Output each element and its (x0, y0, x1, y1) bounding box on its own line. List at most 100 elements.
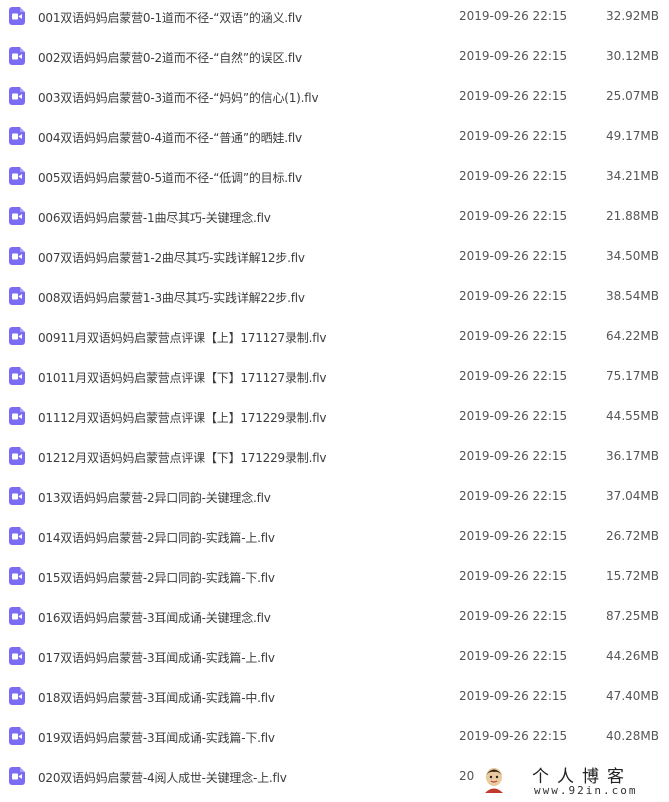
video-file-icon (9, 527, 25, 545)
file-row[interactable]: 013双语妈妈启蒙营-2异口同韵-关键理念.flv 2019-09-26 22:… (0, 480, 669, 520)
file-size: 64.22MB (606, 329, 659, 343)
file-name: 018双语妈妈启蒙营-3耳闻成诵-实践篇-中.flv (38, 691, 275, 705)
file-row[interactable]: 003双语妈妈启蒙营0-3道而不径-“妈妈”的信心(1).flv 2019-09… (0, 80, 669, 120)
file-name: 015双语妈妈启蒙营-2异口同韵-实践篇-下.flv (38, 571, 275, 585)
video-file-icon (9, 647, 25, 665)
file-name: 004双语妈妈启蒙营0-4道而不径-“普通”的晒娃.flv (38, 131, 302, 145)
file-name: 01212月双语妈妈启蒙营点评课【下】171229录制.flv (38, 451, 327, 465)
file-row[interactable]: 017双语妈妈启蒙营-3耳闻成诵-实践篇-上.flv 2019-09-26 22… (0, 640, 669, 680)
file-name: 006双语妈妈启蒙营-1曲尽其巧-关键理念.flv (38, 211, 271, 225)
file-name: 00911月双语妈妈启蒙营点评课【上】171127录制.flv (38, 331, 327, 345)
file-date: 2019-09-26 22:15 (459, 689, 568, 703)
video-file-icon (9, 727, 25, 745)
file-name: 020双语妈妈启蒙营-4阅人成世-关键理念-上.flv (38, 771, 287, 785)
video-file-icon (9, 407, 25, 425)
file-size: 30.12MB (606, 49, 659, 63)
file-date: 2019-09-26 22:15 (459, 529, 568, 543)
file-size: 25.07MB (606, 89, 659, 103)
file-date: 2019-09-26 22:15 (459, 449, 568, 463)
file-row[interactable]: 014双语妈妈启蒙营-2异口同韵-实践篇-上.flv 2019-09-26 22… (0, 520, 669, 560)
file-row[interactable]: 01112月双语妈妈启蒙营点评课【上】171229录制.flv 2019-09-… (0, 400, 669, 440)
file-name: 002双语妈妈启蒙营0-2道而不径-“自然”的误区.flv (38, 51, 302, 65)
file-date: 2019-09-26 22:15 (459, 209, 568, 223)
file-row[interactable]: 016双语妈妈启蒙营-3耳闻成诵-关键理念.flv 2019-09-26 22:… (0, 600, 669, 640)
file-size: 34.21MB (606, 169, 659, 183)
video-file-icon (9, 127, 25, 145)
file-name: 017双语妈妈启蒙营-3耳闻成诵-实践篇-上.flv (38, 651, 275, 665)
file-name: 005双语妈妈启蒙营0-5道而不径-“低调”的目标.flv (38, 171, 302, 185)
video-file-icon (9, 167, 25, 185)
file-name: 001双语妈妈启蒙营0-1道而不径-“双语”的涵义.flv (38, 11, 302, 25)
avatar-icon (485, 768, 503, 793)
file-size: 75.17MB (606, 369, 659, 383)
file-name: 019双语妈妈启蒙营-3耳闻成诵-实践篇-下.flv (38, 731, 275, 745)
file-date: 2019-09-26 22:15 (459, 329, 568, 343)
file-date: 20 (459, 769, 475, 783)
file-name: 01112月双语妈妈启蒙营点评课【上】171229录制.flv (38, 411, 327, 425)
file-name: 014双语妈妈启蒙营-2异口同韵-实践篇-上.flv (38, 531, 275, 545)
video-file-icon (9, 607, 25, 625)
file-date: 2019-09-26 22:15 (459, 609, 568, 623)
file-date: 2019-09-26 22:15 (459, 729, 568, 743)
file-row[interactable]: 008双语妈妈启蒙营1-3曲尽其巧-实践详解22步.flv 2019-09-26… (0, 280, 669, 320)
file-row[interactable]: 00911月双语妈妈启蒙营点评课【上】171127录制.flv 2019-09-… (0, 320, 669, 360)
file-size: 49.17MB (606, 129, 659, 143)
file-row[interactable]: 018双语妈妈启蒙营-3耳闻成诵-实践篇-中.flv 2019-09-26 22… (0, 680, 669, 720)
file-row[interactable]: 01212月双语妈妈启蒙营点评课【下】171229录制.flv 2019-09-… (0, 440, 669, 480)
file-date: 2019-09-26 22:15 (459, 489, 568, 503)
file-size: 32.92MB (606, 9, 659, 23)
file-date: 2019-09-26 22:15 (459, 289, 568, 303)
video-file-icon (9, 47, 25, 65)
file-date: 2019-09-26 22:15 (459, 369, 568, 383)
video-file-icon (9, 287, 25, 305)
file-row[interactable]: 004双语妈妈启蒙营0-4道而不径-“普通”的晒娃.flv 2019-09-26… (0, 120, 669, 160)
file-size: 37.04MB (606, 489, 659, 503)
file-size: 26.72MB (606, 529, 659, 543)
file-size: 44.26MB (606, 649, 659, 663)
file-size: 36.17MB (606, 449, 659, 463)
video-file-icon (9, 327, 25, 345)
file-size: 40.28MB (606, 729, 659, 743)
file-name: 007双语妈妈启蒙营1-2曲尽其巧-实践详解12步.flv (38, 251, 305, 265)
video-file-icon (9, 367, 25, 385)
file-name: 016双语妈妈启蒙营-3耳闻成诵-关键理念.flv (38, 611, 271, 625)
file-row[interactable]: 007双语妈妈启蒙营1-2曲尽其巧-实践详解12步.flv 2019-09-26… (0, 240, 669, 280)
file-size: 38.54MB (606, 289, 659, 303)
file-name: 01011月双语妈妈启蒙营点评课【下】171127录制.flv (38, 371, 327, 385)
file-date: 2019-09-26 22:15 (459, 89, 568, 103)
file-date: 2019-09-26 22:15 (459, 49, 568, 63)
file-name: 003双语妈妈启蒙营0-3道而不径-“妈妈”的信心(1).flv (38, 91, 319, 105)
file-row[interactable]: 002双语妈妈启蒙营0-2道而不径-“自然”的误区.flv 2019-09-26… (0, 40, 669, 80)
file-row[interactable]: 019双语妈妈启蒙营-3耳闻成诵-实践篇-下.flv 2019-09-26 22… (0, 720, 669, 760)
video-file-icon (9, 567, 25, 585)
video-file-icon (9, 87, 25, 105)
video-file-icon (9, 687, 25, 705)
file-date: 2019-09-26 22:15 (459, 9, 568, 23)
file-date: 2019-09-26 22:15 (459, 129, 568, 143)
file-size: 87.25MB (606, 609, 659, 623)
file-size: 44.55MB (606, 409, 659, 423)
file-date: 2019-09-26 22:15 (459, 169, 568, 183)
watermark-url: www.92in.com (534, 784, 638, 797)
file-size: 34.50MB (606, 249, 659, 263)
video-file-icon (9, 7, 25, 25)
file-size: 15.72MB (606, 569, 659, 583)
file-row[interactable]: 015双语妈妈启蒙营-2异口同韵-实践篇-下.flv 2019-09-26 22… (0, 560, 669, 600)
file-date: 2019-09-26 22:15 (459, 649, 568, 663)
file-row[interactable]: 01011月双语妈妈启蒙营点评课【下】171127录制.flv 2019-09-… (0, 360, 669, 400)
file-date: 2019-09-26 22:15 (459, 569, 568, 583)
file-name: 013双语妈妈启蒙营-2异口同韵-关键理念.flv (38, 491, 271, 505)
file-size: 47.40MB (606, 689, 659, 703)
video-file-icon (9, 487, 25, 505)
video-file-icon (9, 247, 25, 265)
file-row[interactable]: 001双语妈妈启蒙营0-1道而不径-“双语”的涵义.flv 2019-09-26… (0, 0, 669, 40)
file-row[interactable]: 006双语妈妈启蒙营-1曲尽其巧-关键理念.flv 2019-09-26 22:… (0, 200, 669, 240)
watermark: 个人博客 www.92in.com (478, 758, 669, 802)
file-size: 21.88MB (606, 209, 659, 223)
video-file-icon (9, 207, 25, 225)
file-date: 2019-09-26 22:15 (459, 249, 568, 263)
video-file-icon (9, 767, 25, 785)
file-row[interactable]: 005双语妈妈启蒙营0-5道而不径-“低调”的目标.flv 2019-09-26… (0, 160, 669, 200)
file-list: 001双语妈妈启蒙营0-1道而不径-“双语”的涵义.flv 2019-09-26… (0, 0, 669, 800)
file-name: 008双语妈妈启蒙营1-3曲尽其巧-实践详解22步.flv (38, 291, 305, 305)
